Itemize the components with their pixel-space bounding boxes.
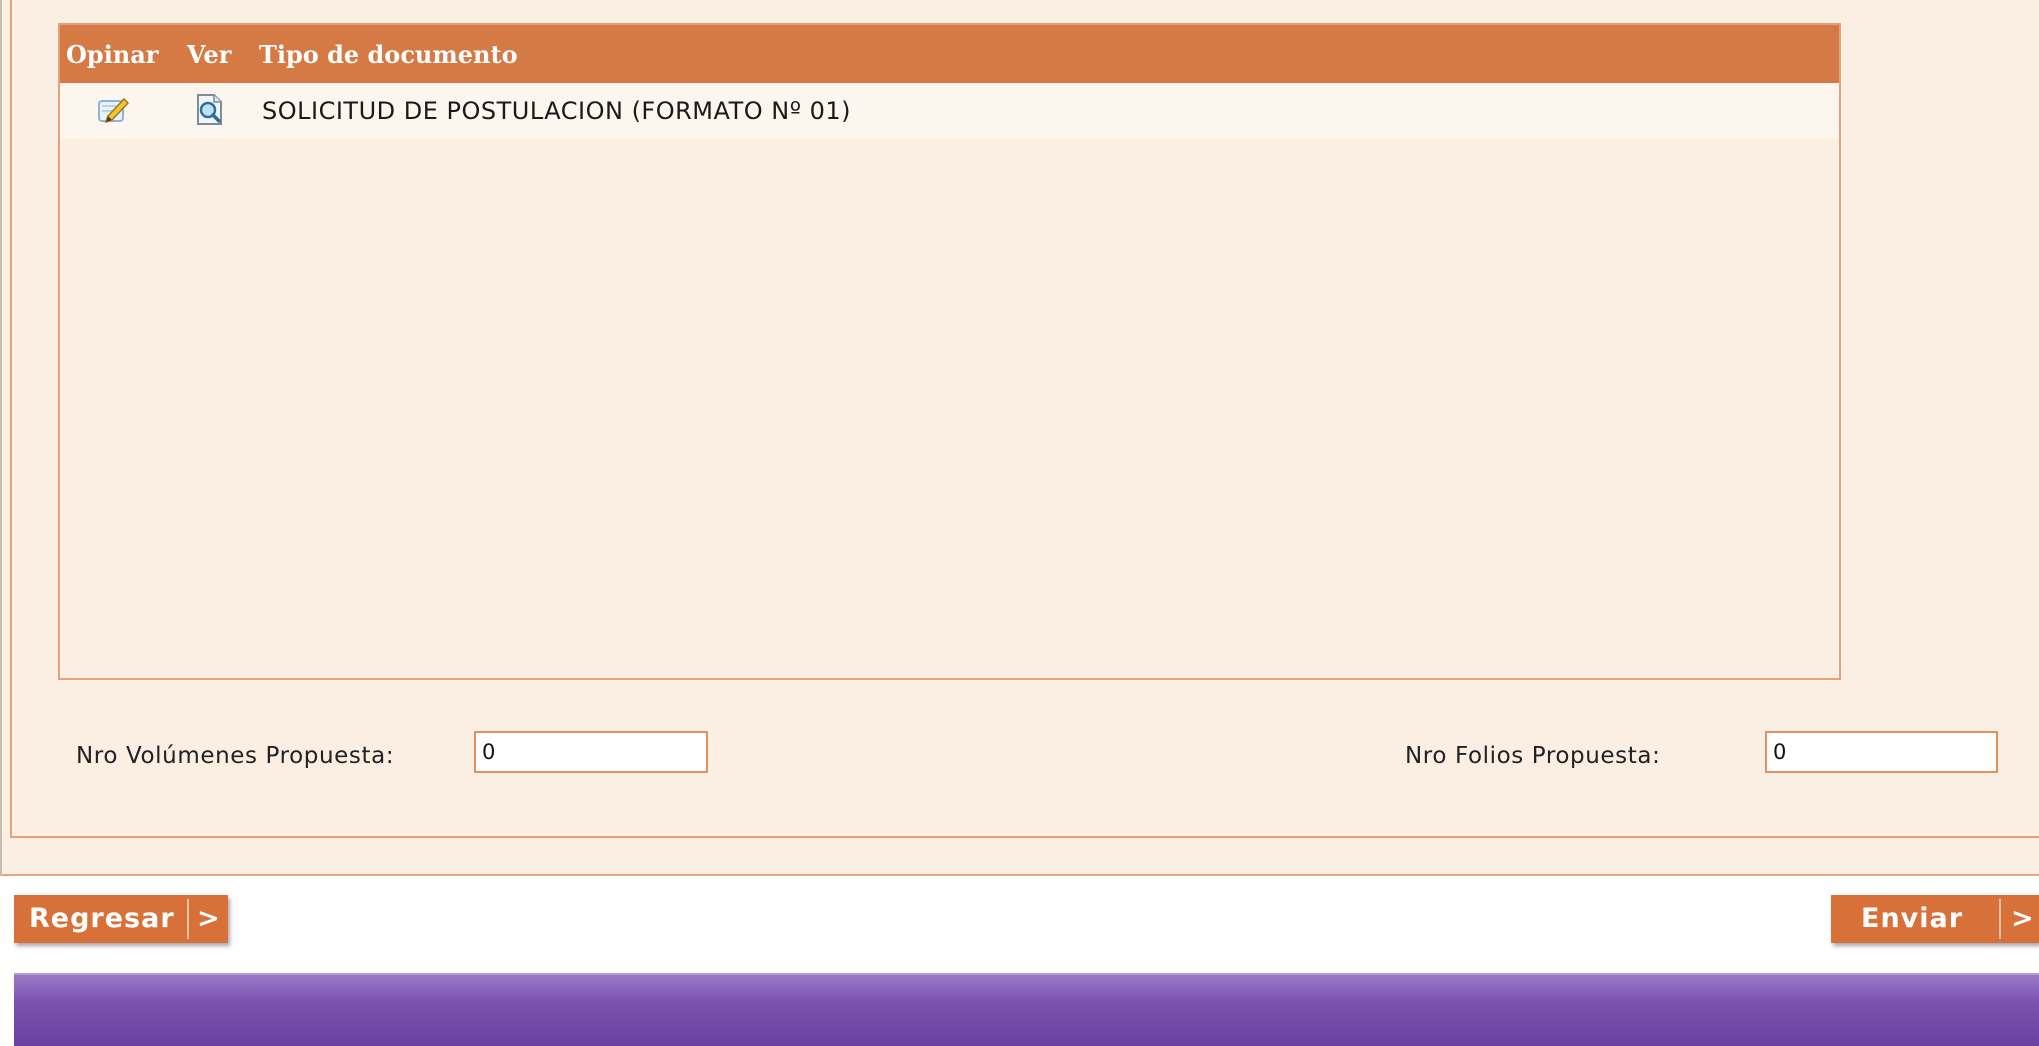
regresar-button[interactable]: Regresar > [14, 895, 228, 943]
button-separator [187, 899, 189, 939]
chevron-right-icon: > [197, 903, 221, 934]
enviar-label: Enviar [1861, 903, 1964, 934]
column-header-opinar: Opinar [66, 40, 159, 69]
volumenes-input[interactable] [474, 731, 708, 773]
footer-bar [14, 973, 2039, 1046]
button-separator [1999, 899, 2001, 939]
chevron-right-icon: > [2011, 903, 2035, 934]
document-type-cell: SOLICITUD DE POSTULACION (FORMATO Nº 01) [262, 97, 852, 125]
form-panel: Opinar Ver Tipo de documento SOLICITUD D… [10, 0, 2039, 838]
enviar-button[interactable]: Enviar > [1831, 895, 2039, 943]
folios-label: Nro Folios Propuesta: [1405, 743, 1661, 769]
edit-pencil-icon[interactable] [96, 95, 130, 131]
folios-input[interactable] [1765, 731, 1998, 773]
regresar-label: Regresar [29, 903, 175, 934]
table-row: SOLICITUD DE POSTULACION (FORMATO Nº 01) [60, 83, 1839, 139]
main-panel: Opinar Ver Tipo de documento SOLICITUD D… [0, 0, 2039, 876]
magnifier-document-icon[interactable] [194, 93, 226, 133]
column-header-ver: Ver [187, 40, 232, 69]
grid-header: Opinar Ver Tipo de documento [60, 25, 1839, 83]
column-header-tipo-documento: Tipo de documento [259, 40, 518, 69]
volumenes-label: Nro Volúmenes Propuesta: [76, 743, 395, 769]
documents-grid: Opinar Ver Tipo de documento SOLICITUD D… [58, 23, 1841, 680]
